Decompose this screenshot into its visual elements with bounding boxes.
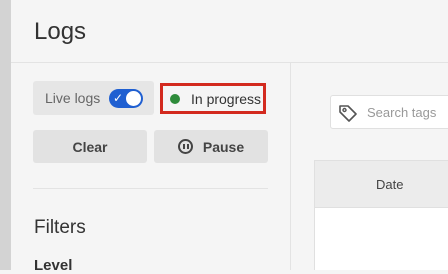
status-indicator: In progress xyxy=(160,83,266,114)
live-logs-toggle[interactable]: ✓ xyxy=(109,89,143,108)
tag-icon xyxy=(339,105,357,122)
level-filter-label: Level xyxy=(34,257,73,274)
status-dot-icon xyxy=(170,93,180,104)
live-logs-label: Live logs xyxy=(45,90,101,106)
page-title: Logs xyxy=(34,18,87,45)
section-divider xyxy=(33,188,268,189)
clear-button[interactable]: Clear xyxy=(33,130,147,163)
status-text: In progress xyxy=(191,90,262,107)
check-icon: ✓ xyxy=(113,91,124,105)
live-logs-control: Live logs ✓ xyxy=(33,81,154,115)
toggle-knob xyxy=(126,91,141,106)
title-divider xyxy=(11,62,448,63)
pause-icon xyxy=(177,139,193,154)
pause-button[interactable]: Pause xyxy=(154,130,268,163)
filters-heading: Filters xyxy=(34,217,86,238)
left-scroll-edge xyxy=(0,0,11,270)
clear-button-label: Clear xyxy=(72,138,108,155)
tag-search-box xyxy=(330,95,448,129)
table-header: Date xyxy=(314,160,448,208)
table-body xyxy=(314,208,448,270)
column-header-date[interactable]: Date xyxy=(376,177,403,192)
pause-button-label: Pause xyxy=(202,138,245,155)
column-divider xyxy=(290,63,291,270)
search-tags-input[interactable] xyxy=(367,96,448,128)
